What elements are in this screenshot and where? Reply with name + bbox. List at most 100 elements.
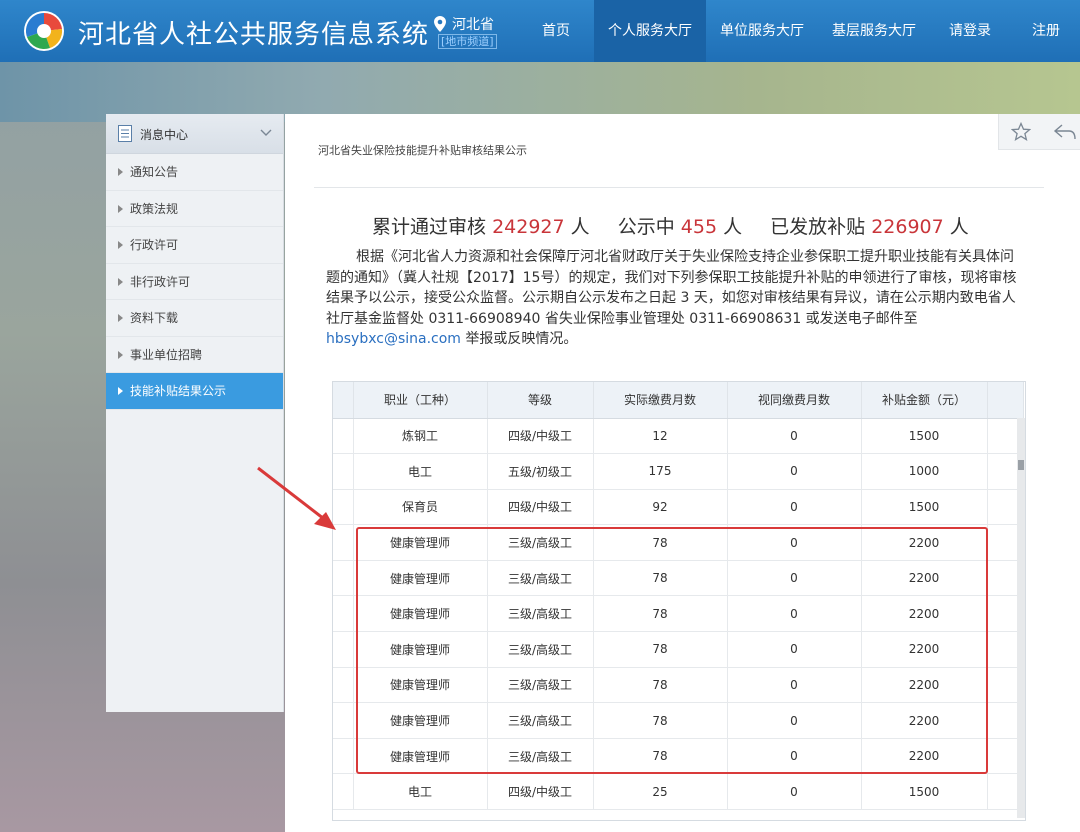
sidebar-item-label: 技能补贴结果公示 [130,384,227,398]
cell-level: 五级/初级工 [487,453,594,490]
header-subsidy: 补贴金额（元） [861,382,988,419]
cell-subsidy: 2200 [861,702,988,739]
header-level: 等级 [487,382,594,419]
sidebar-item-notices[interactable]: 通知公告 [106,154,283,191]
notice-tail: 举报或反映情况。 [465,331,578,347]
cell-occupation: 保育员 [353,489,488,526]
cell-occupation: 健康管理师 [353,667,488,704]
toolbar [998,114,1080,150]
nav-unit-service[interactable]: 单位服务大厅 [706,0,818,62]
row-spacer [333,560,354,597]
caret-right-icon [118,204,123,213]
cell-occupation: 健康管理师 [353,702,488,739]
cell-actual-months: 78 [593,738,728,775]
sidebar-item-label: 非行政许可 [130,274,191,289]
sidebar-item-recruitment[interactable]: 事业单位招聘 [106,337,283,373]
star-icon[interactable] [1011,122,1031,142]
cell-subsidy: 2200 [861,667,988,704]
sidebar-item-admin-license[interactable]: 行政许可 [106,227,283,264]
table-row: 炼钢工 四级/中级工 12 0 1500 [333,418,1024,455]
location-pin-icon [434,16,446,32]
nav-grassroots-service[interactable]: 基层服务大厅 [818,0,930,62]
caret-right-icon [118,168,123,176]
sidebar-item-label: 行政许可 [130,238,179,252]
cell-occupation: 健康管理师 [353,595,488,633]
caret-right-icon [118,241,123,249]
nav-register[interactable]: 注册 [1018,0,1074,62]
table-scrollbar[interactable] [1017,418,1025,818]
caret-right-icon [118,277,123,286]
document-icon [118,125,132,142]
cell-level: 三级/高级工 [487,702,594,739]
row-spacer [333,631,354,668]
caret-right-icon [118,350,123,359]
sidebar-item-policies[interactable]: 政策法规 [106,191,283,227]
cell-deemed-months: 0 [727,560,862,597]
cell-subsidy: 2200 [861,631,988,668]
cell-occupation: 健康管理师 [353,524,488,561]
cell-deemed-months: 0 [727,595,862,633]
nav-login[interactable]: 请登录 [936,0,1004,62]
table-row: 健康管理师 三级/高级工 78 0 2200 [333,595,1024,633]
cell-actual-months: 25 [593,773,728,811]
site-title[interactable]: 河北省人社公共服务信息系统 [78,14,429,51]
email-link[interactable]: hbsybxc@sina.com [326,331,461,347]
table-row: 健康管理师 三级/高级工 78 0 2200 [333,702,1024,739]
row-spacer [333,418,354,455]
table-row: 电工 四级/中级工 25 0 1500 [333,773,1024,811]
header-actual-months: 实际缴费月数 [593,382,728,419]
chevron-down-icon[interactable] [260,128,272,138]
divider [314,187,1044,188]
cell-occupation: 健康管理师 [353,738,488,775]
row-spacer [333,702,354,739]
red-arrow-icon [257,466,336,530]
cell-actual-months: 78 [593,702,728,739]
cell-actual-months: 92 [593,489,728,526]
cell-actual-months: 78 [593,560,728,597]
sidebar-header[interactable]: 消息中心 [106,114,283,154]
sidebar-item-label: 政策法规 [130,201,179,216]
location-name[interactable]: 河北省 [452,14,494,34]
stat-value-paid: 226907 [871,216,944,238]
cell-actual-months: 78 [593,667,728,704]
header-spacer [987,382,1024,419]
cell-subsidy: 1500 [861,489,988,526]
row-spacer [333,773,354,811]
cell-subsidy: 1000 [861,453,988,490]
cell-level: 三级/高级工 [487,524,594,561]
summary-stats: 累计通过审核 242927 人 公示中 455 人 已发放补贴 226907 人 [372,212,969,239]
cell-occupation: 炼钢工 [353,418,488,455]
logo-icon[interactable] [22,9,66,53]
notice-paragraph: 根据《河北省人力资源和社会保障厅河北省财政厅关于失业保险支持企业参保职工提升职业… [326,247,1026,350]
city-channel-link[interactable]: [地市频道] [438,34,497,49]
cell-occupation: 电工 [353,453,488,490]
cell-deemed-months: 0 [727,524,862,561]
cell-level: 三级/高级工 [487,560,594,597]
row-spacer [333,738,354,775]
table-row: 健康管理师 三级/高级工 78 0 2200 [333,738,1024,775]
caret-right-icon [118,314,123,322]
sidebar-title: 消息中心 [140,128,189,142]
nav-home[interactable]: 首页 [520,0,592,62]
background-band [0,62,1080,122]
stat-label-approved: 累计通过审核 [372,216,487,238]
stat-unit: 人 [949,216,969,238]
cell-subsidy: 1500 [861,773,988,811]
table-row: 健康管理师 三级/高级工 78 0 2200 [333,524,1024,561]
scrollbar-thumb[interactable] [1018,460,1024,470]
stat-label-publicizing: 公示中 [617,216,675,238]
notice-text: 根据《河北省人力资源和社会保障厅河北省财政厅关于失业保险支持企业参保职工提升职业… [326,249,1017,327]
cell-deemed-months: 0 [727,738,862,775]
table-header-row: 职业（工种） 等级 实际缴费月数 视同缴费月数 补贴金额（元） [333,382,1024,419]
sidebar-item-non-admin-license[interactable]: 非行政许可 [106,264,283,300]
nav-personal-service[interactable]: 个人服务大厅 [594,0,706,62]
cell-occupation: 健康管理师 [353,560,488,597]
table-row: 电工 五级/初级工 175 0 1000 [333,453,1024,490]
back-icon[interactable] [1053,122,1077,142]
cell-level: 三级/高级工 [487,595,594,633]
cell-level: 四级/中级工 [487,489,594,526]
stat-unit: 人 [570,216,590,238]
sidebar-item-downloads[interactable]: 资料下载 [106,300,283,337]
sidebar-item-skill-subsidy[interactable]: 技能补贴结果公示 [106,373,283,410]
caret-right-icon [118,387,123,395]
